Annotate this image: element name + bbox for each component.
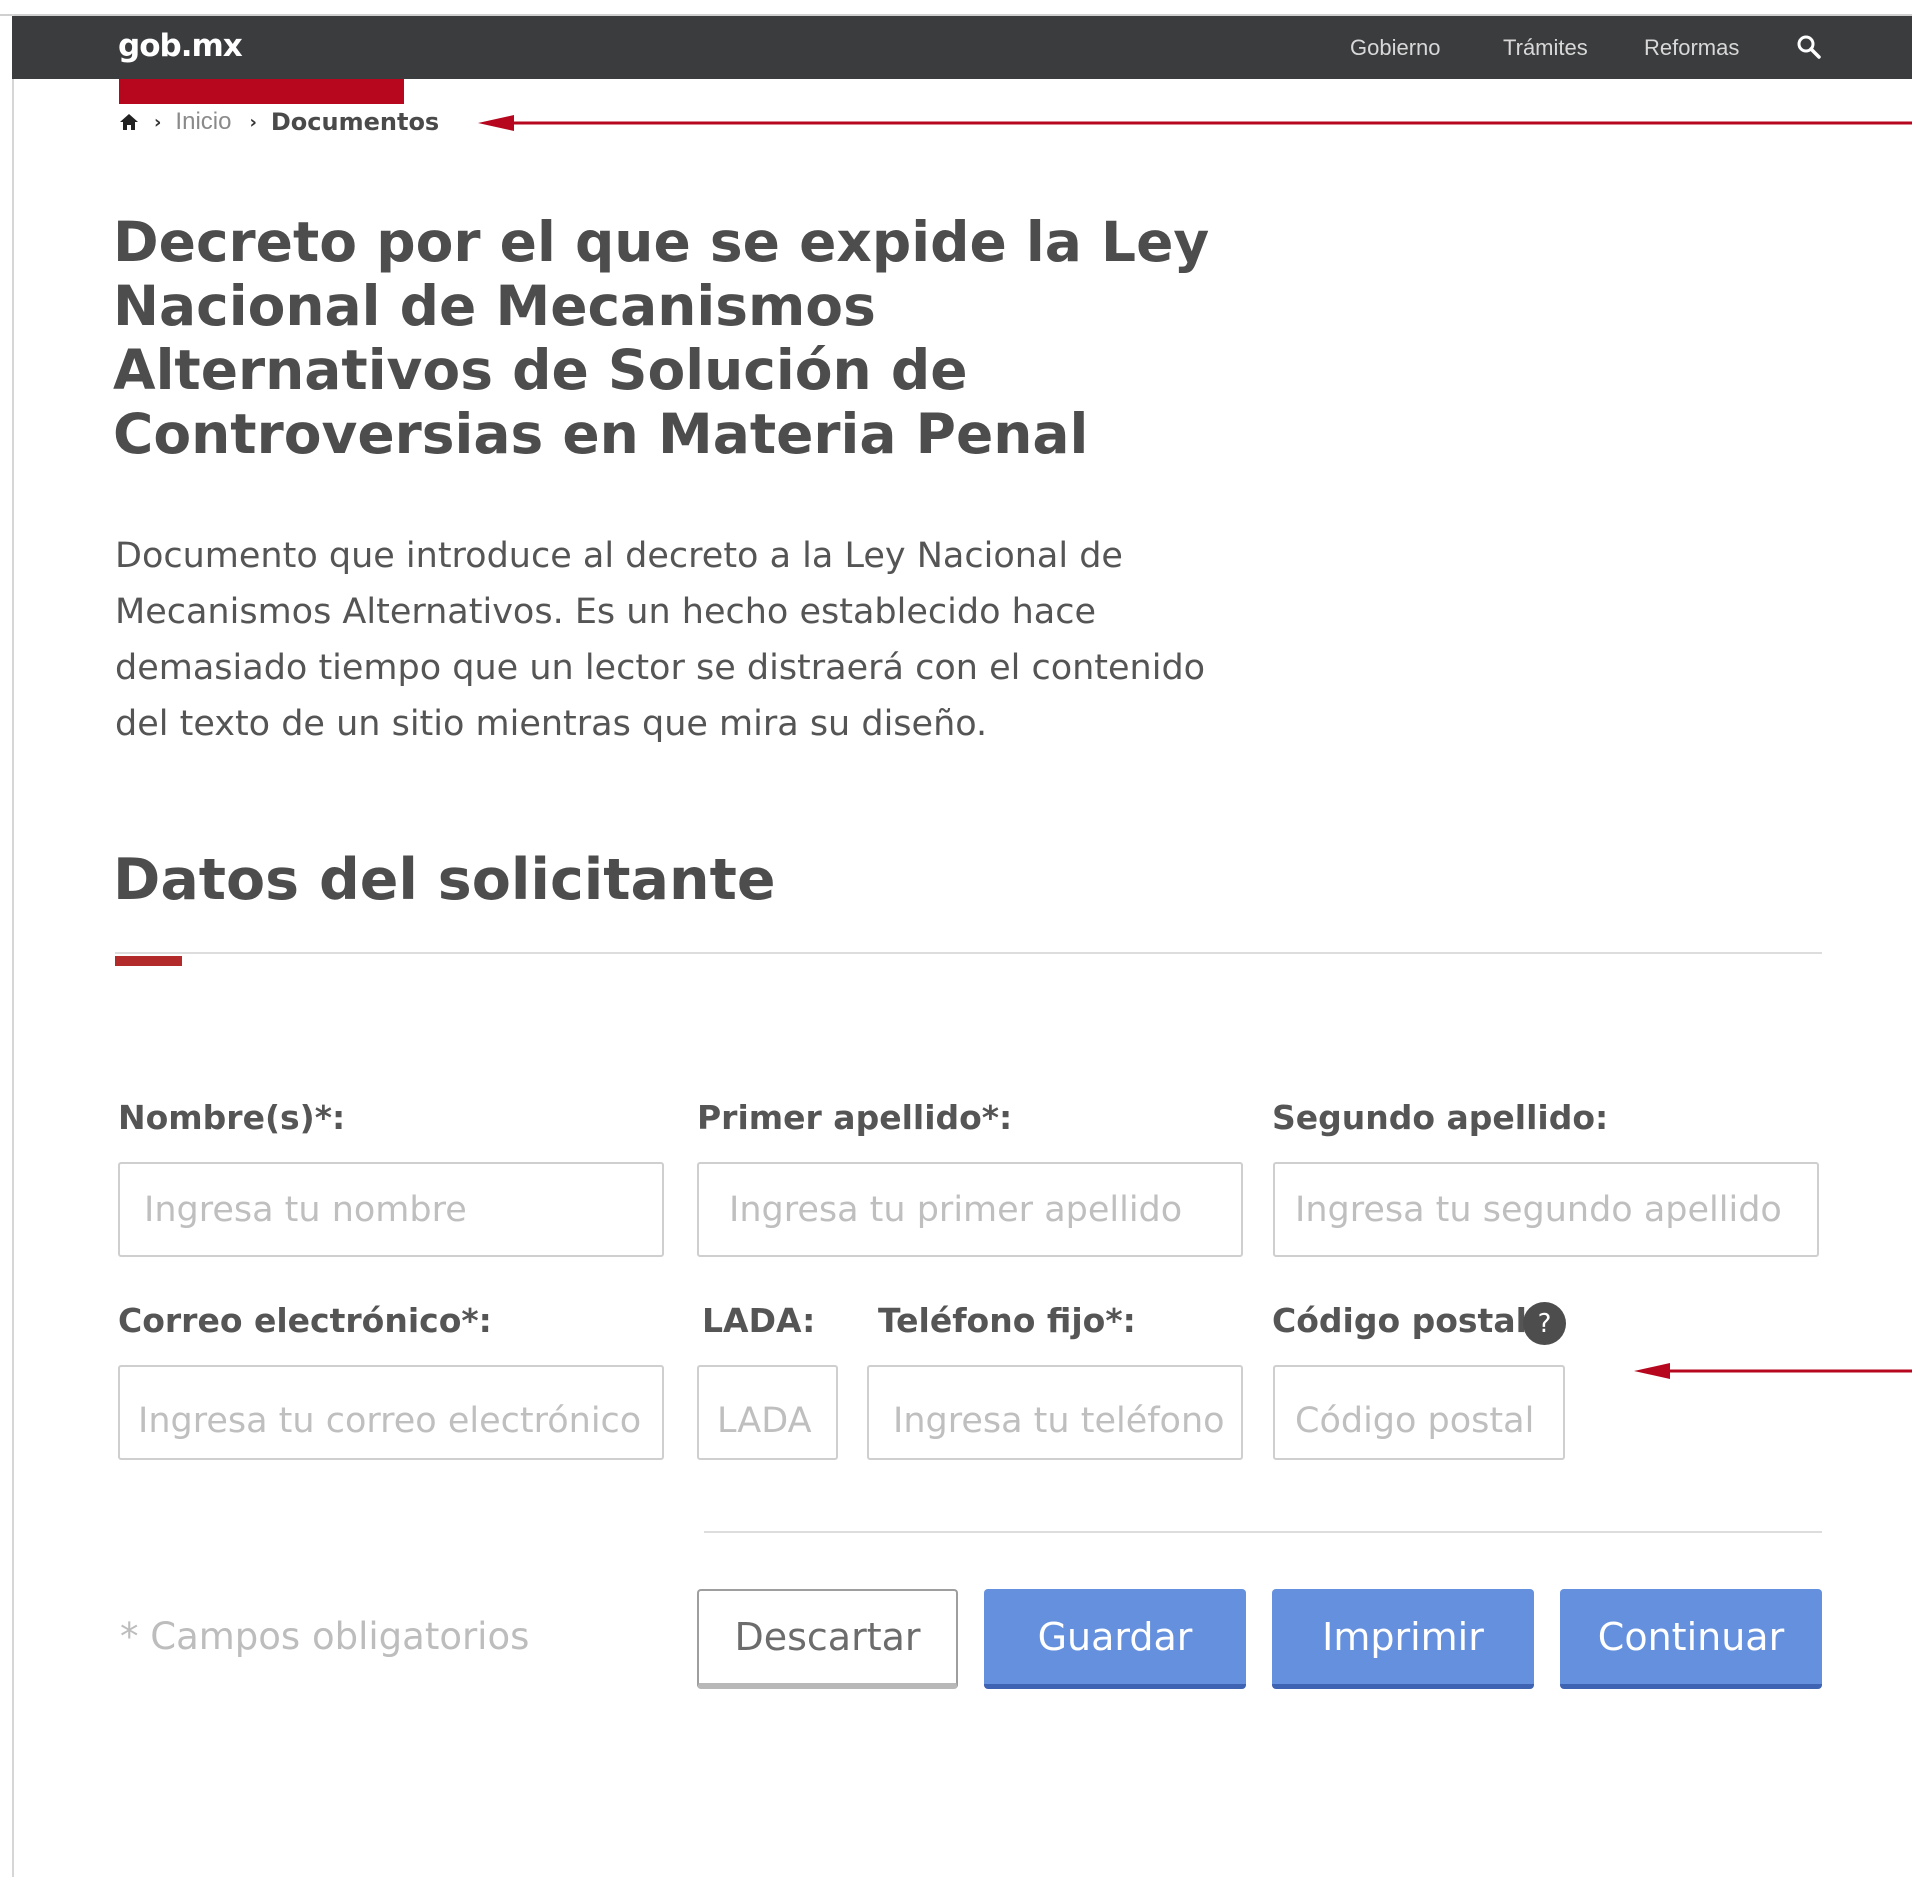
segundo-apellido-label: Segundo apellido: (1272, 1098, 1609, 1137)
annotation-arrow-codigo-postal (1634, 1363, 1912, 1379)
telefono-label: Teléfono fijo*: (878, 1301, 1136, 1340)
continue-button[interactable]: Continuar (1560, 1589, 1822, 1689)
primer-apellido-label: Primer apellido*: (697, 1098, 1013, 1137)
correo-label: Correo electrónico*: (118, 1301, 492, 1340)
primer-apellido-input[interactable]: Ingresa tu primer apellido (697, 1162, 1243, 1257)
discard-button[interactable]: Descartar (697, 1589, 958, 1689)
page-title: Decreto por el que se expide la Ley Naci… (113, 210, 1210, 466)
segundo-apellido-input[interactable]: Ingresa tu segundo apellido (1273, 1162, 1819, 1257)
left-border (12, 14, 14, 1877)
search-icon[interactable] (1794, 32, 1824, 62)
annotation-arrow-breadcrumb (478, 115, 1912, 131)
codigo-postal-input[interactable]: Código postal (1273, 1365, 1565, 1460)
nav-item-reformas[interactable]: Reformas (1644, 35, 1739, 61)
gobmx-logo[interactable]: gob.mx (118, 28, 243, 64)
print-button[interactable]: Imprimir (1272, 1589, 1534, 1689)
page: gob.mx Gobierno Trámites Reformas › Inic… (0, 0, 1912, 1877)
save-button[interactable]: Guardar (984, 1589, 1246, 1689)
help-icon[interactable]: ? (1523, 1302, 1566, 1345)
lada-input[interactable]: LADA (697, 1365, 838, 1460)
section-title: Datos del solicitante (113, 847, 776, 913)
logo-text-gob: gob (118, 28, 182, 64)
section-divider (115, 952, 1822, 954)
chevron-right-icon: › (249, 111, 257, 133)
logo-dot: . (180, 28, 193, 64)
home-icon[interactable] (118, 111, 140, 133)
page-intro: Documento que introduce al decreto a la … (115, 536, 1206, 744)
section-accent-bar (115, 956, 182, 966)
chevron-right-icon: › (154, 111, 162, 133)
nav-item-tramites[interactable]: Trámites (1503, 35, 1588, 61)
navbar: gob.mx Gobierno Trámites Reformas (12, 16, 1912, 79)
breadcrumb-item-documentos: Documentos (270, 108, 440, 136)
form-divider (704, 1531, 1822, 1533)
red-accent-tab (119, 79, 404, 104)
lada-label: LADA: (702, 1301, 816, 1340)
nombre-label: Nombre(s)*: (118, 1098, 346, 1137)
nav-item-gobierno[interactable]: Gobierno (1350, 35, 1441, 61)
nombre-input[interactable]: Ingresa tu nombre (118, 1162, 664, 1257)
telefono-input[interactable]: Ingresa tu teléfono (867, 1365, 1243, 1460)
correo-input[interactable]: Ingresa tu correo electrónico (118, 1365, 664, 1460)
breadcrumb: › Inicio › Documentos (118, 104, 439, 140)
required-fields-note: * Campos obligatorios (120, 1615, 530, 1658)
breadcrumb-item-inicio[interactable]: Inicio (175, 108, 231, 136)
logo-text-mx: mx (191, 28, 242, 64)
codigo-postal-label: Código postal: (1272, 1301, 1541, 1340)
